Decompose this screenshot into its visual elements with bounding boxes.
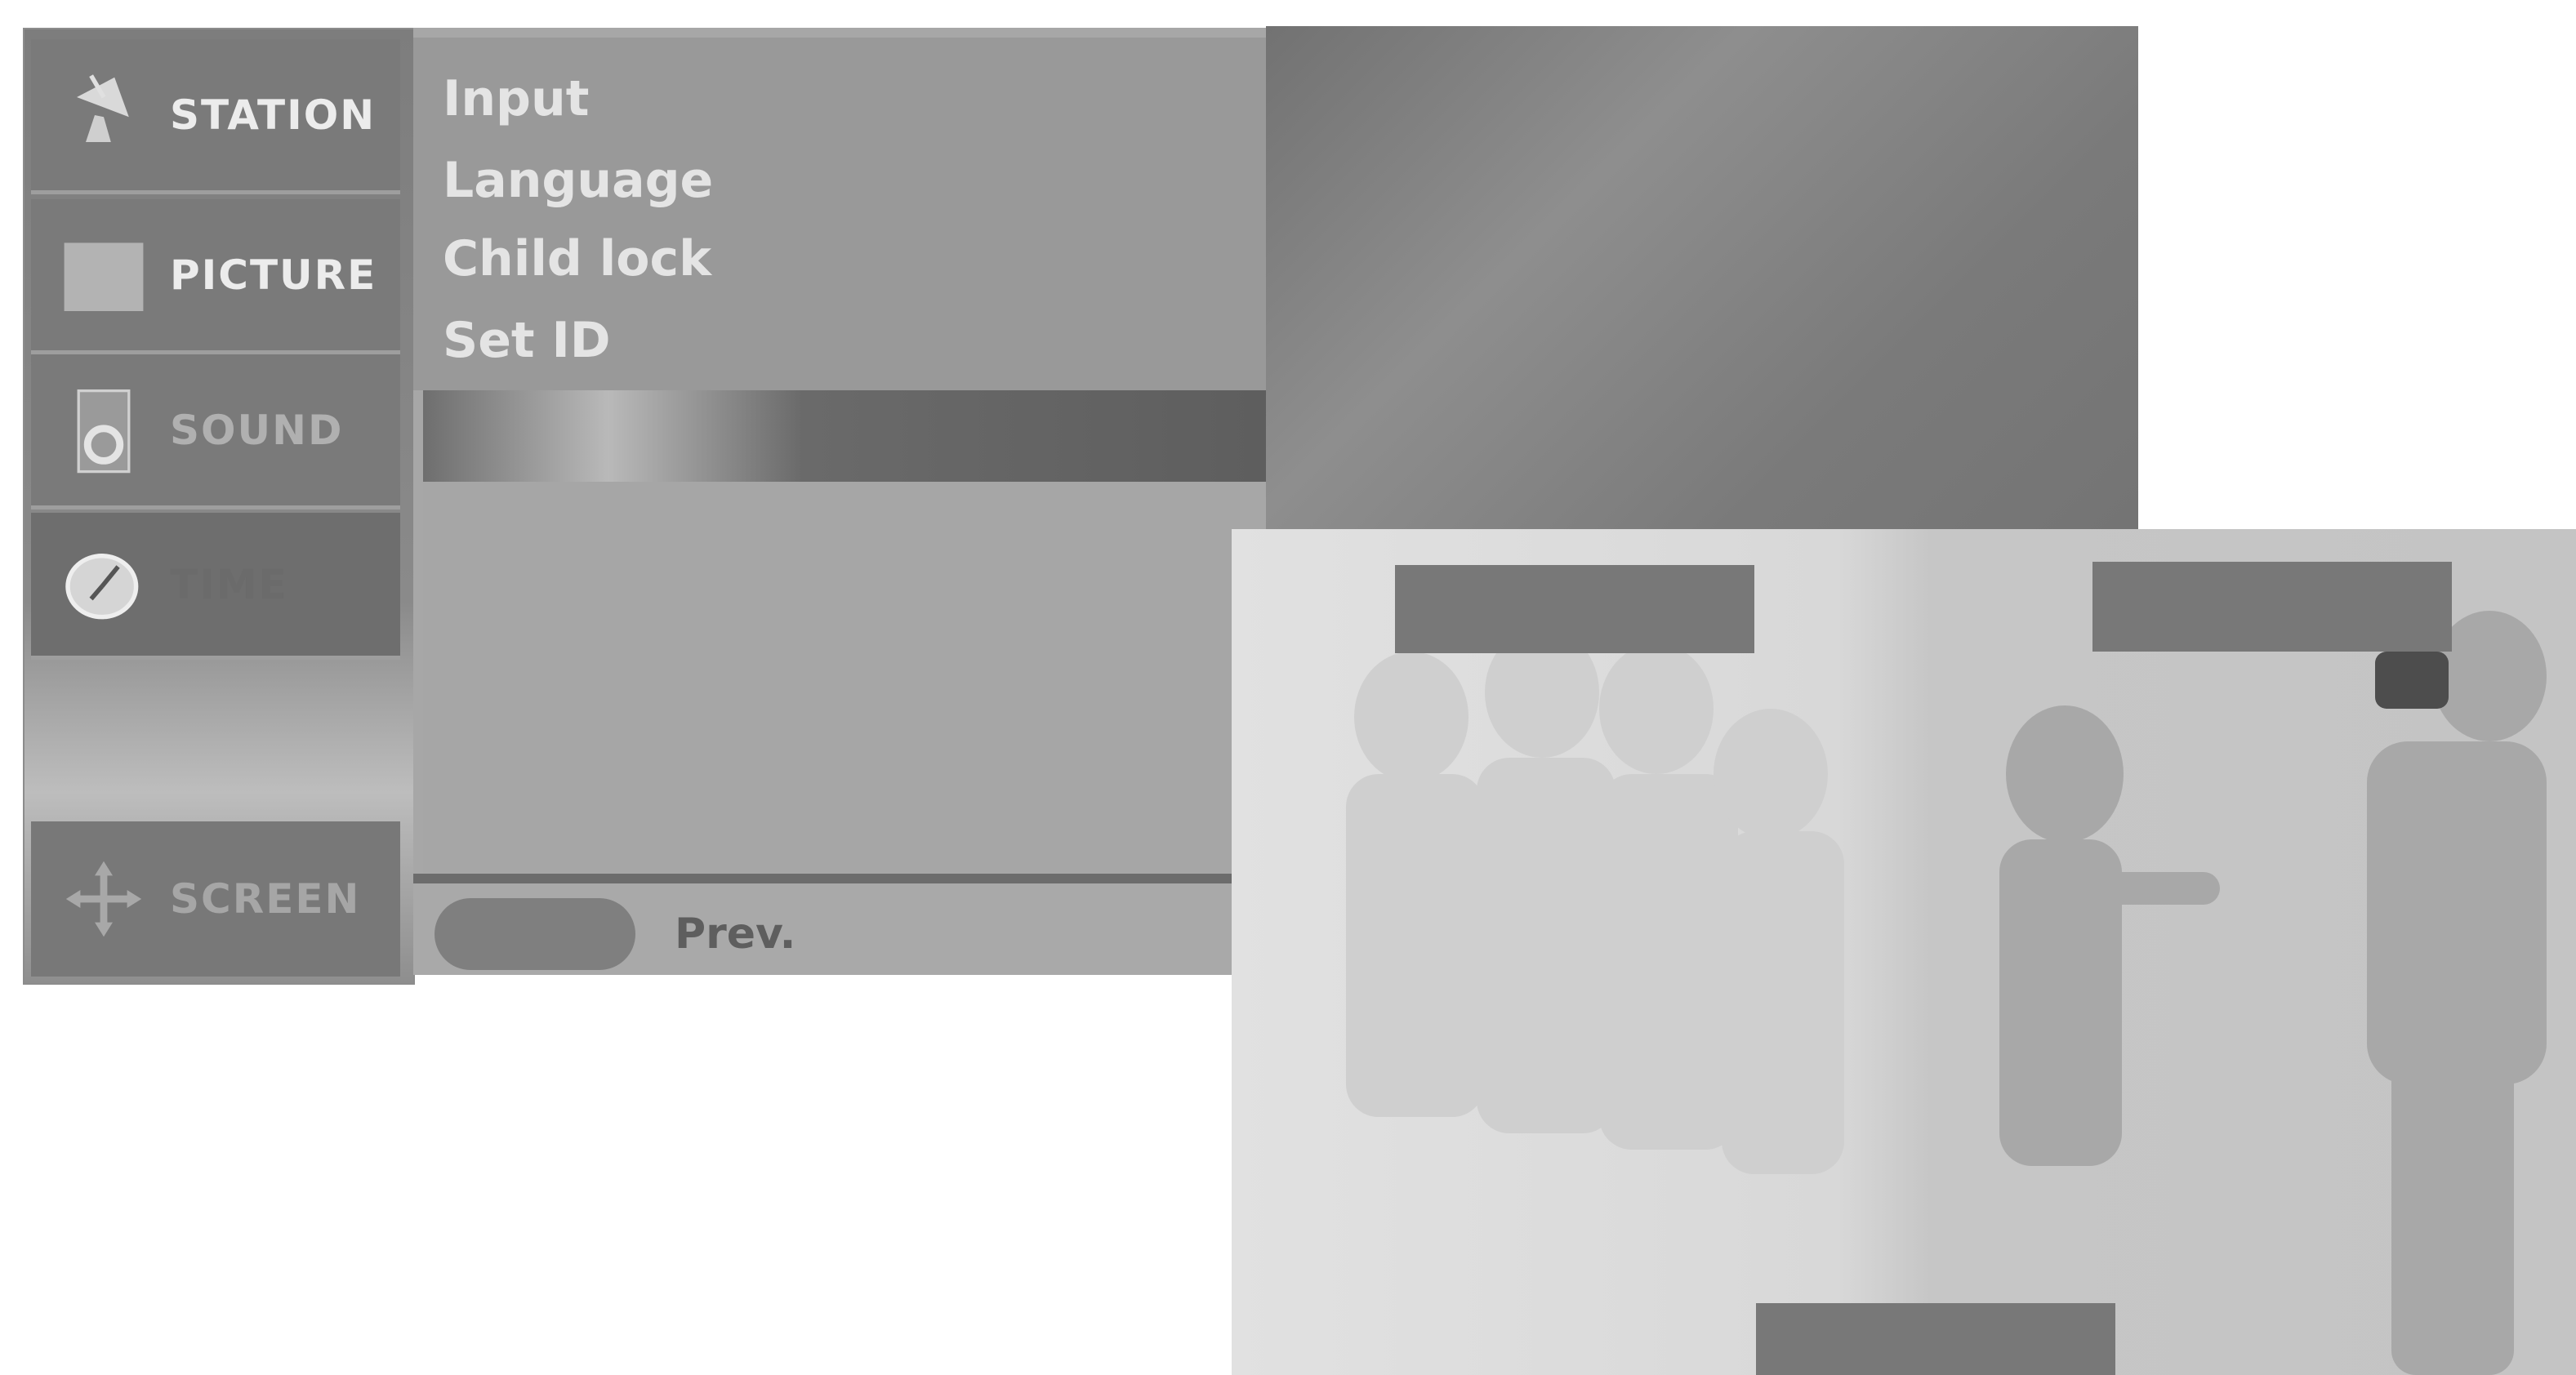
menu-label-picture: PICTURE	[170, 251, 377, 299]
picture-square-icon	[64, 242, 144, 311]
prev-label: Prev.	[675, 910, 796, 959]
submenu-item-set-id[interactable]: Set ID	[443, 304, 1178, 377]
menu-label-time: TIME	[170, 560, 288, 608]
menu-item-sound[interactable]: SOUND	[31, 354, 400, 510]
speaker-icon	[77, 389, 131, 473]
background-photo	[1232, 529, 2576, 1375]
submenu-footer: Prev.	[413, 874, 1238, 975]
selection-highlight-bar[interactable]	[423, 390, 1266, 482]
menu-label-screen: SCREEN	[170, 875, 361, 923]
pip-label-box-bottom	[1756, 1303, 2115, 1375]
menu-item-screen[interactable]: SCREEN	[31, 821, 400, 977]
submenu-empty-area	[423, 482, 1240, 874]
menu-label-sound: SOUND	[170, 406, 344, 454]
prev-button[interactable]	[435, 898, 635, 970]
move-arrows-icon	[65, 861, 142, 937]
menu-label-station: STATION	[170, 91, 377, 139]
clock-icon	[65, 553, 139, 619]
children-photo-illustration	[1346, 611, 2547, 1375]
pip-label-box-left	[1395, 565, 1754, 653]
submenu-item-language[interactable]: Language	[443, 144, 1178, 217]
satellite-dish-icon	[77, 73, 129, 142]
submenu-list: Input Language Child lock Set ID	[413, 38, 1266, 390]
submenu-option-panel	[1266, 26, 2138, 529]
submenu-panel: Input Language Child lock Set ID Prev.	[413, 28, 1266, 975]
category-menu: STATION PICTURE SOUND TIME SCREEN	[25, 29, 413, 983]
menu-item-picture[interactable]: PICTURE	[31, 199, 400, 354]
submenu-item-child-lock[interactable]: Child lock	[443, 222, 1178, 296]
pip-label-box-right	[2092, 562, 2452, 652]
menu-item-time[interactable]: TIME	[31, 513, 400, 660]
submenu-item-input[interactable]: Input	[443, 62, 1178, 136]
menu-item-station[interactable]: STATION	[31, 39, 400, 194]
